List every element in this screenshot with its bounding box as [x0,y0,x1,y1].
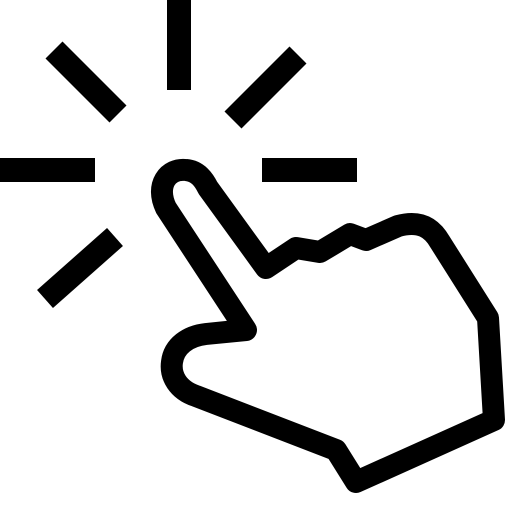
ray-bottom-left [37,228,123,308]
ray-top-left [45,41,127,123]
ray-top-right [224,46,307,129]
icon-canvas [0,0,512,512]
tap-hand-icon [0,0,505,493]
pointing-hand-icon [151,158,505,493]
